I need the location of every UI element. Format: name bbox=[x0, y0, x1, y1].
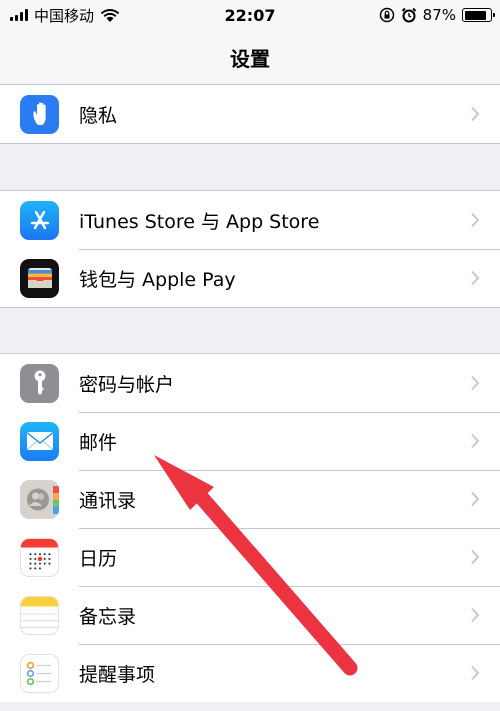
settings-row-label: 密码与帐户 bbox=[79, 373, 175, 396]
settings-row-label: 隐私 bbox=[79, 104, 118, 127]
settings-row-itunes-app-store[interactable]: iTunes Store 与 App Store bbox=[0, 191, 500, 249]
alarm-icon bbox=[401, 7, 416, 23]
settings-row-label: 通讯录 bbox=[79, 489, 137, 512]
status-bar: 中国移动 22:07 87% bbox=[0, 0, 500, 30]
wifi-icon bbox=[100, 8, 120, 22]
settings-row-label: 钱包与 Apple Pay bbox=[79, 268, 236, 291]
settings-row-label: 邮件 bbox=[79, 431, 118, 454]
chevron-right-icon bbox=[471, 665, 480, 681]
settings-row-wallet-apple-pay[interactable]: 钱包与 Apple Pay bbox=[0, 249, 500, 307]
settings-row-label: iTunes Store 与 App Store bbox=[79, 210, 320, 233]
chevron-right-icon bbox=[471, 549, 480, 565]
settings-row-calendar[interactable]: 日历 bbox=[0, 528, 500, 586]
chevron-right-icon bbox=[471, 270, 480, 286]
settings-row-passwords-accounts[interactable]: 密码与帐户 bbox=[0, 354, 500, 412]
app-store-icon bbox=[20, 200, 59, 240]
settings-row-label: 备忘录 bbox=[79, 605, 137, 628]
settings-group-accounts: 密码与帐户 邮件 通讯录 日历 备忘录 提醒事项 bbox=[0, 353, 500, 702]
settings-row-contacts[interactable]: 通讯录 bbox=[0, 470, 500, 528]
hand-icon bbox=[20, 94, 59, 134]
reminders-icon bbox=[20, 653, 59, 693]
settings-row-label: 日历 bbox=[79, 547, 118, 570]
calendar-icon bbox=[20, 537, 59, 577]
settings-row-privacy[interactable]: 隐私 bbox=[0, 85, 500, 143]
carrier-label: 中国移动 bbox=[34, 6, 95, 25]
battery-percent: 87% bbox=[422, 6, 456, 24]
settings-row-reminders[interactable]: 提醒事项 bbox=[0, 644, 500, 702]
page-title: 设置 bbox=[230, 46, 270, 71]
rotation-lock-icon bbox=[379, 7, 394, 23]
chevron-right-icon bbox=[471, 491, 480, 507]
chevron-right-icon bbox=[471, 607, 480, 623]
settings-group-privacy: 隐私 bbox=[0, 85, 500, 144]
chevron-right-icon bbox=[471, 375, 480, 391]
chevron-right-icon bbox=[471, 433, 480, 449]
nav-bar: 设置 bbox=[0, 30, 500, 85]
contacts-icon bbox=[20, 479, 59, 519]
status-left: 中国移动 bbox=[10, 5, 120, 26]
mail-icon bbox=[20, 421, 59, 461]
signal-icon bbox=[10, 9, 28, 21]
notes-icon bbox=[20, 595, 59, 635]
settings-row-mail[interactable]: 邮件 bbox=[0, 412, 500, 470]
settings-row-notes[interactable]: 备忘录 bbox=[0, 586, 500, 644]
chevron-right-icon bbox=[471, 212, 480, 228]
key-icon bbox=[20, 363, 59, 403]
battery-icon bbox=[462, 8, 495, 22]
settings-group-stores: iTunes Store 与 App Store 钱包与 Apple Pay bbox=[0, 190, 500, 308]
wallet-icon bbox=[20, 258, 59, 298]
chevron-right-icon bbox=[471, 106, 480, 122]
status-right: 87% bbox=[379, 6, 495, 24]
battery-level bbox=[464, 10, 487, 20]
settings-row-label: 提醒事项 bbox=[79, 663, 156, 686]
